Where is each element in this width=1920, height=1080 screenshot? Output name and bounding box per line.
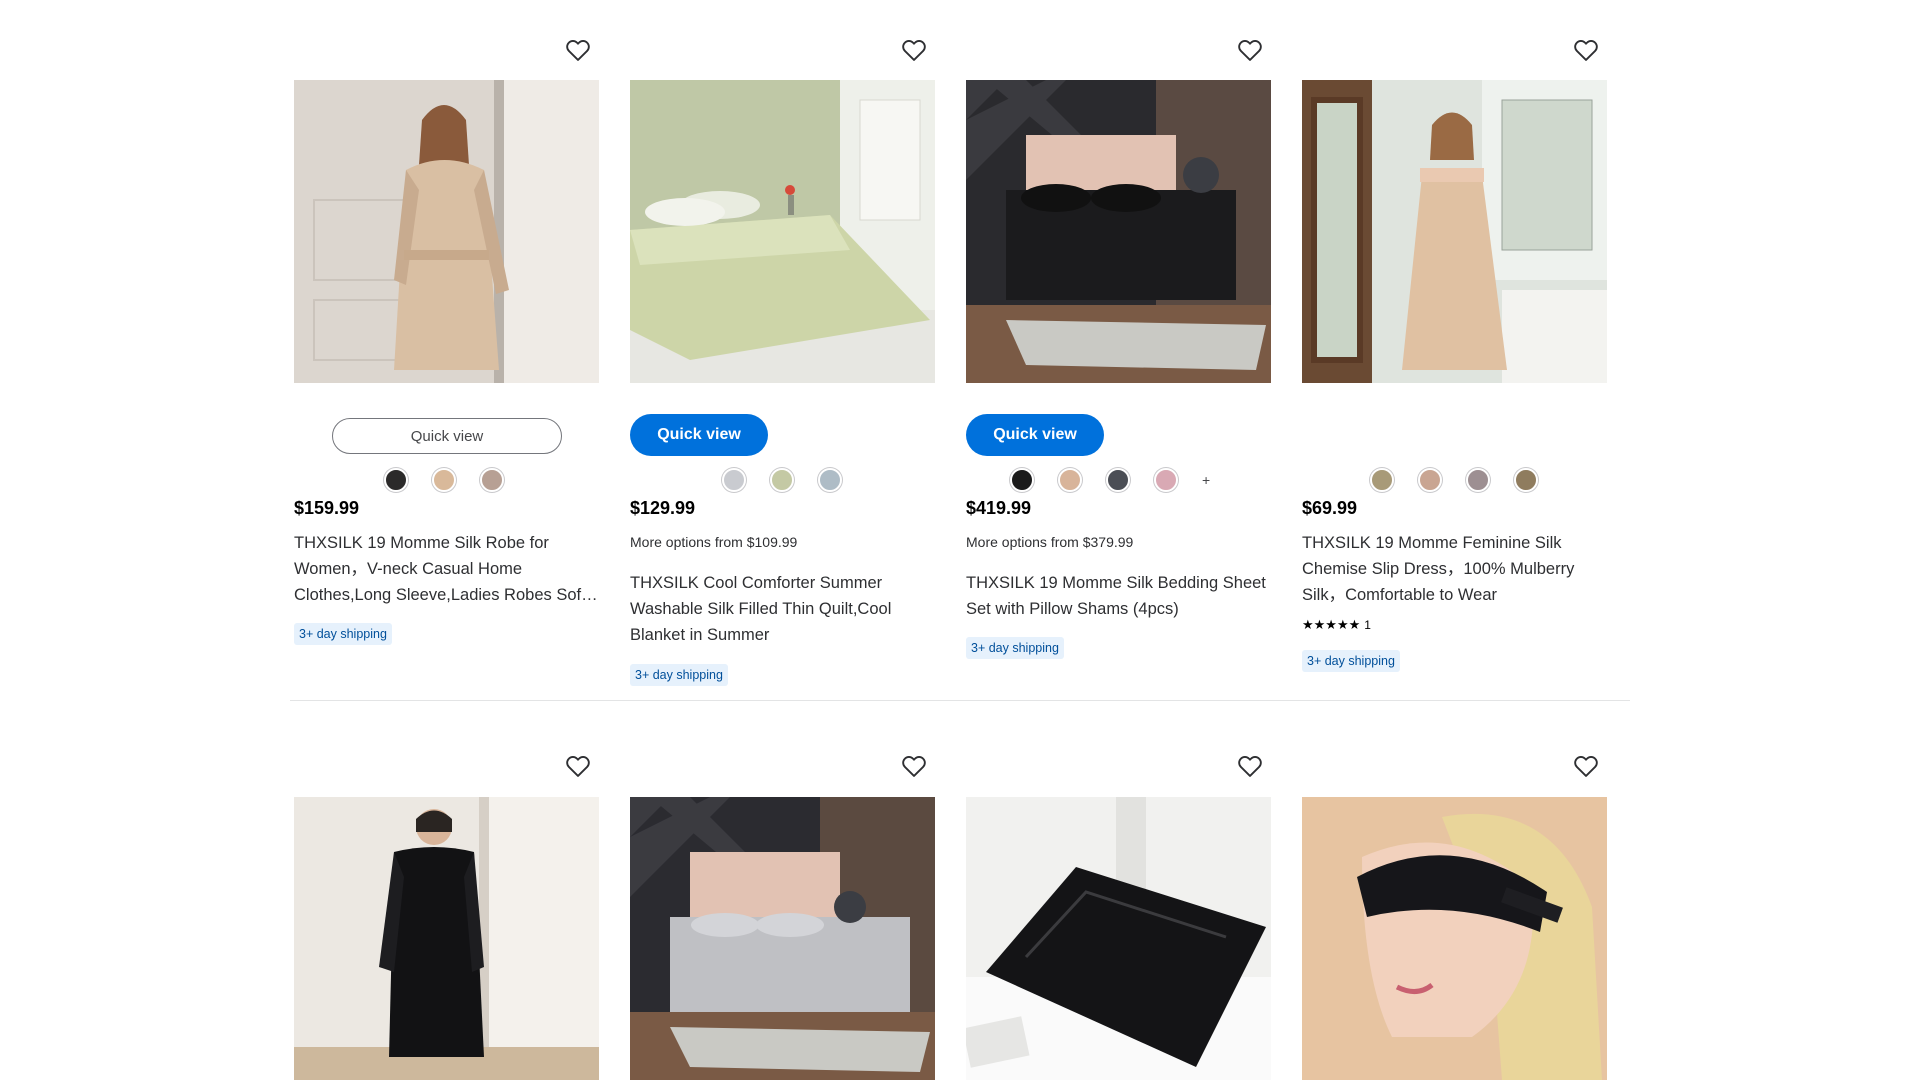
favorite-heart-icon[interactable] — [564, 752, 592, 780]
more-options-text[interactable]: More options from $109.99 — [630, 534, 797, 550]
product-price: $129.99 — [630, 498, 696, 518]
color-swatches — [722, 468, 842, 492]
color-swatches — [384, 468, 504, 492]
favorite-heart-icon[interactable] — [1236, 752, 1264, 780]
rating-count: 1 — [1364, 618, 1371, 632]
quick-view-button[interactable]: Quick view — [332, 418, 562, 454]
product-image-slip-dress[interactable] — [1302, 80, 1607, 383]
color-swatch[interactable] — [1058, 468, 1082, 492]
favorite-heart-icon[interactable] — [1572, 752, 1600, 780]
color-swatch[interactable] — [722, 468, 746, 492]
more-options-text[interactable]: More options from $379.99 — [966, 534, 1133, 550]
product-image-silk-comforter[interactable] — [630, 80, 935, 383]
favorite-heart-icon[interactable] — [1236, 36, 1264, 64]
row-divider — [290, 700, 1630, 701]
more-swatches-link[interactable]: + — [1202, 472, 1210, 488]
product-image-silk-pillowcase[interactable] — [966, 797, 1271, 1080]
color-swatch[interactable] — [1154, 468, 1178, 492]
color-swatch[interactable] — [1106, 468, 1130, 492]
shipping-badge: 3+ day shipping — [1302, 650, 1400, 672]
product-image-silk-robe[interactable] — [294, 80, 599, 383]
color-swatches: + — [1010, 468, 1210, 492]
color-swatch[interactable] — [818, 468, 842, 492]
product-title[interactable]: THXSILK 19 Momme Feminine Silk Chemise S… — [1302, 530, 1607, 608]
product-title[interactable]: THXSILK Cool Comforter Summer Washable S… — [630, 570, 935, 648]
color-swatches — [1370, 468, 1538, 492]
product-image-grey-bedding-set[interactable] — [630, 797, 935, 1080]
product-price: $69.99 — [1302, 498, 1358, 518]
color-swatch[interactable] — [384, 468, 408, 492]
product-image-bedding-sheet-set[interactable] — [966, 80, 1271, 383]
favorite-heart-icon[interactable] — [1572, 36, 1600, 64]
color-swatch[interactable] — [1010, 468, 1034, 492]
color-swatch[interactable] — [770, 468, 794, 492]
favorite-heart-icon[interactable] — [564, 36, 592, 64]
product-price: $159.99 — [294, 498, 360, 518]
color-swatch[interactable] — [1418, 468, 1442, 492]
color-swatch[interactable] — [480, 468, 504, 492]
favorite-heart-icon[interactable] — [900, 752, 928, 780]
favorite-heart-icon[interactable] — [900, 36, 928, 64]
shipping-badge: 3+ day shipping — [294, 623, 392, 645]
quick-view-button[interactable]: Quick view — [966, 414, 1104, 456]
quick-view-button[interactable]: Quick view — [630, 414, 768, 456]
product-price: $419.99 — [966, 498, 1032, 518]
product-title[interactable]: THXSILK 19 Momme Silk Bedding Sheet Set … — [966, 570, 1271, 622]
shipping-badge: 3+ day shipping — [966, 637, 1064, 659]
rating[interactable]: ★★★★★ 1 — [1302, 617, 1371, 633]
rating-stars-icon: ★★★★★ — [1302, 617, 1361, 632]
product-image-mens-silk-robe[interactable] — [294, 797, 599, 1080]
product-title[interactable]: THXSILK 19 Momme Silk Robe for Women，V-n… — [294, 530, 599, 608]
color-swatch[interactable] — [1370, 468, 1394, 492]
product-image-silk-sleep-mask[interactable] — [1302, 797, 1607, 1080]
color-swatch[interactable] — [1466, 468, 1490, 492]
shipping-badge: 3+ day shipping — [630, 664, 728, 686]
color-swatch[interactable] — [432, 468, 456, 492]
color-swatch[interactable] — [1514, 468, 1538, 492]
